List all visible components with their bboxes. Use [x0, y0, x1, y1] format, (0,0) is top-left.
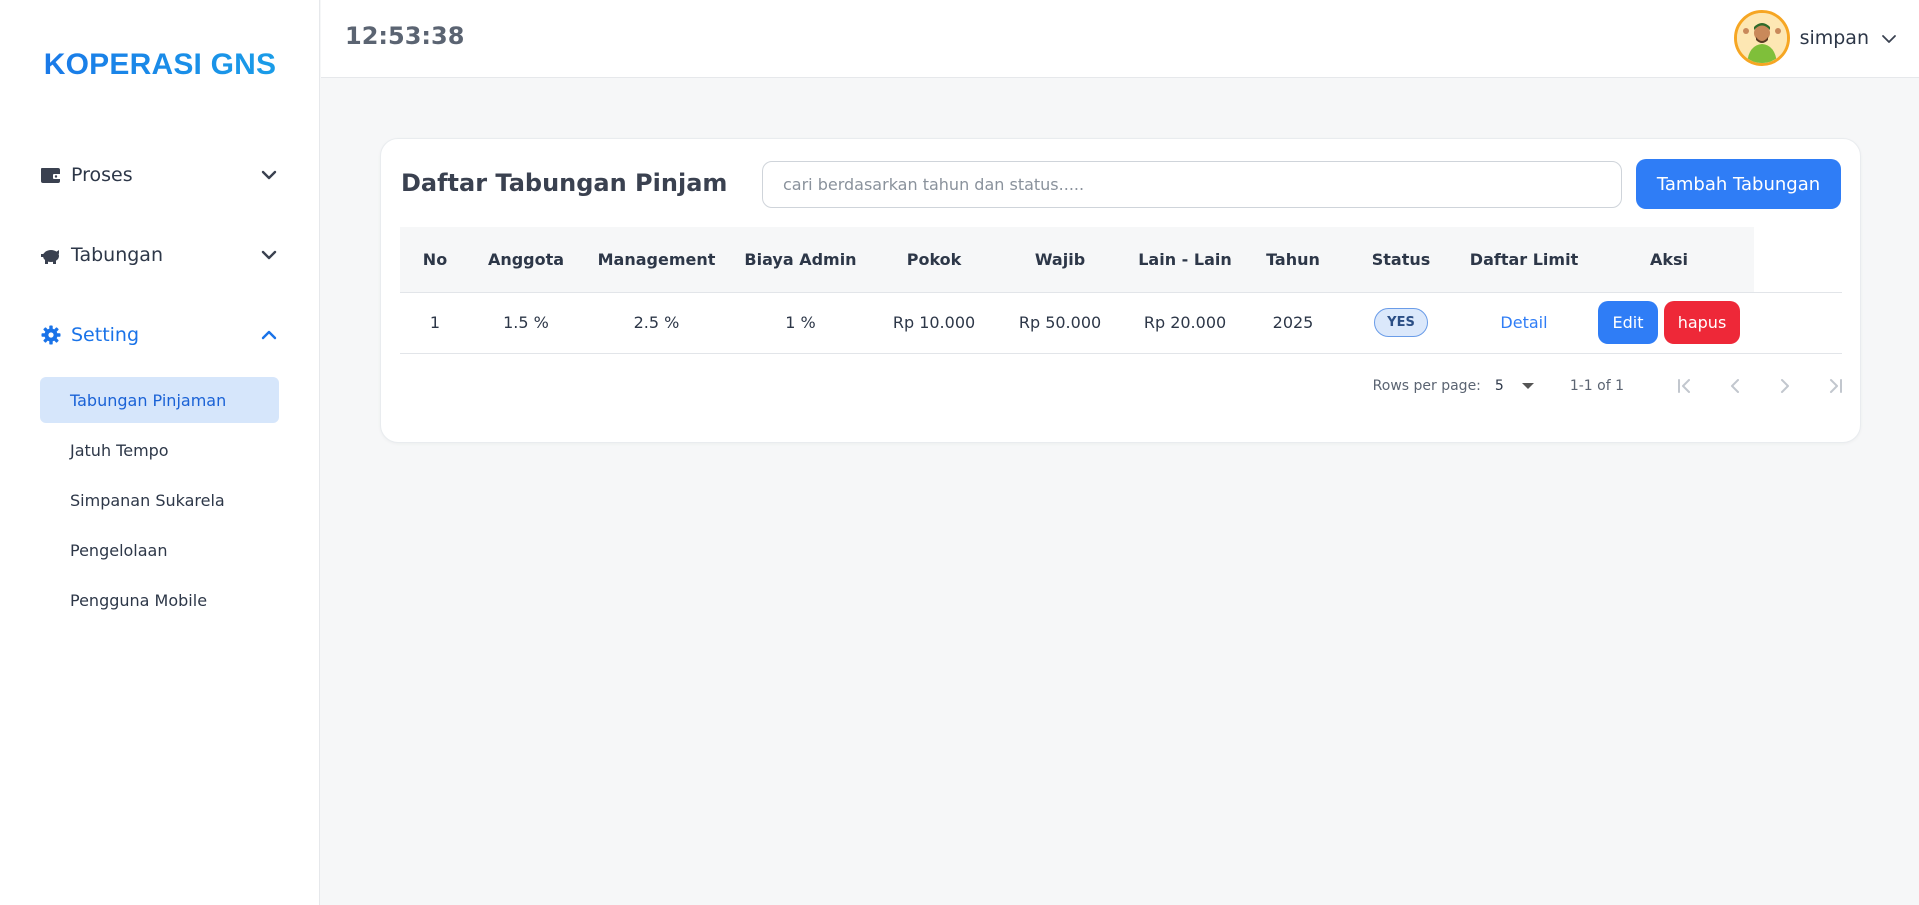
- add-tabungan-button[interactable]: Tambah Tabungan: [1636, 159, 1841, 209]
- cell-lain-lain: Rp 20.000: [1122, 292, 1248, 354]
- rows-per-page-label: Rows per page:: [1372, 378, 1481, 394]
- column-header: Tahun: [1248, 227, 1338, 293]
- chevron-down-icon: [258, 164, 280, 186]
- column-header: Anggota: [470, 227, 582, 293]
- cell-aksi: Edit hapus: [1584, 292, 1754, 354]
- user-menu[interactable]: simpan: [1733, 10, 1897, 66]
- last-page-icon[interactable]: [1810, 371, 1860, 401]
- cell-anggota: 1.5 %: [470, 292, 582, 354]
- column-header: Pokok: [870, 227, 998, 293]
- cell-tahun: 2025: [1248, 292, 1338, 354]
- column-header: Status: [1338, 227, 1464, 293]
- username: simpan: [1799, 27, 1869, 49]
- sidebar-item-pengelolaan[interactable]: Pengelolaan: [40, 527, 279, 573]
- data-table: No Anggota Management Biaya Admin Pokok …: [400, 227, 1842, 354]
- sidebar-item-jatuh-tempo[interactable]: Jatuh Tempo: [40, 427, 279, 473]
- detail-link[interactable]: Detail: [1500, 313, 1547, 332]
- cell-no: 1: [400, 292, 470, 354]
- status-badge: YES: [1374, 308, 1428, 337]
- caret-down-icon: [1521, 383, 1534, 389]
- chevron-up-icon: [258, 324, 280, 346]
- pagination: Rows per page: 5 1-1 of 1: [1260, 371, 1860, 401]
- cell-biaya-admin: 1 %: [731, 292, 870, 354]
- cell-spacer: [1754, 292, 1842, 354]
- sidebar-item-pengguna-mobile[interactable]: Pengguna Mobile: [40, 577, 279, 623]
- column-header: Wajib: [998, 227, 1122, 293]
- table-row: 1 1.5 % 2.5 % 1 % Rp 10.000 Rp 50.000 Rp…: [400, 292, 1842, 354]
- nav-group-label: Proses: [71, 164, 133, 186]
- sidebar-item-simpanan-sukarela[interactable]: Simpanan Sukarela: [40, 477, 279, 523]
- sidebar: KOPERASI GNS Proses Tabungan Setting Tab…: [0, 0, 320, 905]
- piggy-bank-icon: [40, 244, 62, 266]
- top-bar: 12:53:38 simpan: [321, 0, 1919, 78]
- nav-group-setting[interactable]: Setting: [40, 317, 280, 353]
- edit-button[interactable]: Edit: [1598, 301, 1658, 344]
- cell-daftar-limit: Detail: [1464, 292, 1584, 354]
- prev-page-icon[interactable]: [1710, 371, 1760, 401]
- column-header: Biaya Admin: [731, 227, 870, 293]
- avatar: [1733, 10, 1790, 66]
- column-header: Daftar Limit: [1464, 227, 1584, 293]
- tabungan-card: Daftar Tabungan Pinjam Tambah Tabungan N…: [380, 138, 1861, 443]
- rows-per-page-select[interactable]: 5: [1495, 378, 1534, 394]
- next-page-icon[interactable]: [1760, 371, 1810, 401]
- brand-logo: KOPERASI GNS: [0, 48, 320, 82]
- column-header: Lain - Lain: [1122, 227, 1248, 293]
- column-header: Management: [582, 227, 731, 293]
- page-title: Daftar Tabungan Pinjam: [401, 169, 728, 197]
- nav-group-proses[interactable]: Proses: [40, 157, 280, 193]
- sidebar-item-tabungan-pinjaman[interactable]: Tabungan Pinjaman: [40, 377, 279, 423]
- nav-group-label: Setting: [71, 324, 140, 346]
- chevron-down-icon: [258, 244, 280, 266]
- delete-button[interactable]: hapus: [1664, 301, 1740, 344]
- cell-management: 2.5 %: [582, 292, 731, 354]
- chevron-down-icon: [1881, 29, 1897, 48]
- first-page-icon[interactable]: [1660, 371, 1710, 401]
- column-header-spacer: [1754, 227, 1842, 293]
- table-header-row: No Anggota Management Biaya Admin Pokok …: [400, 227, 1842, 293]
- search-input[interactable]: [762, 161, 1622, 208]
- cell-wajib: Rp 50.000: [998, 292, 1122, 354]
- nav-group-tabungan[interactable]: Tabungan: [40, 237, 280, 273]
- cell-pokok: Rp 10.000: [870, 292, 998, 354]
- column-header: Aksi: [1584, 227, 1754, 293]
- rows-per-page-value: 5: [1494, 378, 1504, 394]
- clock: 12:53:38: [345, 22, 465, 50]
- pagination-range: 1-1 of 1: [1569, 378, 1624, 394]
- column-header: No: [400, 227, 470, 293]
- nav-group-label: Tabungan: [71, 244, 163, 266]
- wallet-icon: [40, 164, 62, 186]
- gear-icon: [40, 324, 62, 346]
- cell-status: YES: [1338, 292, 1464, 354]
